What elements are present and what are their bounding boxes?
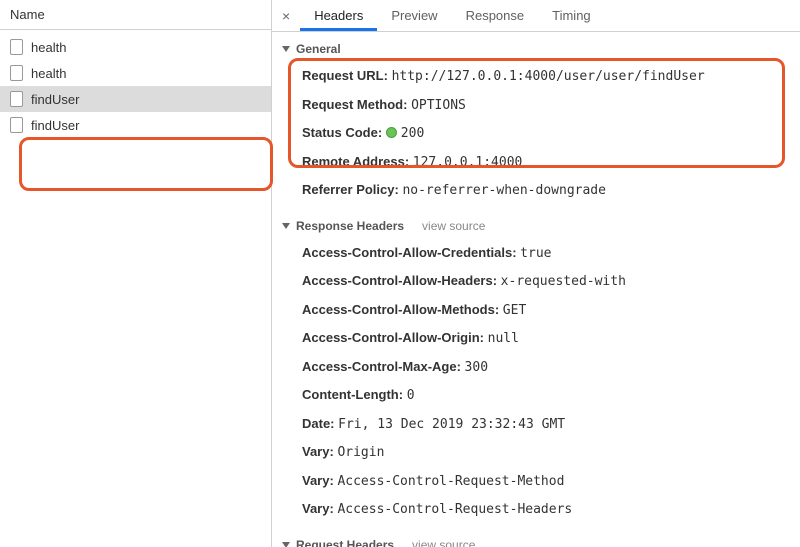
- name-column-header: Name: [0, 0, 271, 30]
- kv-key: Date:: [302, 416, 335, 431]
- view-source-link[interactable]: view source: [412, 538, 475, 547]
- details-pane: × Headers Preview Response Timing Genera…: [272, 0, 800, 547]
- section-label: Request Headers: [296, 538, 394, 547]
- tab-headers[interactable]: Headers: [300, 0, 377, 31]
- collapse-icon: [282, 46, 290, 52]
- kv-status-code: Status Code: 200: [272, 119, 800, 148]
- kv-val: Origin: [337, 445, 384, 460]
- kv-key: Vary:: [302, 473, 334, 488]
- kv-val: OPTIONS: [411, 98, 466, 113]
- kv-key: Access-Control-Allow-Headers:: [302, 273, 497, 288]
- kv-val: no-referrer-when-downgrade: [402, 183, 606, 198]
- section-label: Response Headers: [296, 219, 404, 233]
- kv-val: http://127.0.0.1:4000/user/user/findUser: [392, 69, 705, 84]
- tab-response[interactable]: Response: [452, 0, 539, 31]
- kv-row: Vary: Access-Control-Request-Headers: [272, 495, 800, 524]
- detail-tabs: × Headers Preview Response Timing: [272, 0, 800, 32]
- kv-row: Access-Control-Allow-Origin: null: [272, 324, 800, 353]
- request-item-finduser[interactable]: findUser: [0, 86, 271, 112]
- section-response-body: Access-Control-Allow-Credentials: true A…: [272, 237, 800, 532]
- document-icon: [10, 65, 23, 81]
- document-icon: [10, 117, 23, 133]
- kv-key: Request URL:: [302, 68, 388, 83]
- document-icon: [10, 39, 23, 55]
- request-item-label: health: [31, 40, 66, 55]
- kv-row: Access-Control-Max-Age: 300: [272, 353, 800, 382]
- status-code-text: 200: [401, 126, 424, 141]
- kv-val: Access-Control-Request-Headers: [337, 502, 572, 517]
- kv-referrer-policy: Referrer Policy: no-referrer-when-downgr…: [272, 176, 800, 205]
- kv-row: Access-Control-Allow-Credentials: true: [272, 239, 800, 268]
- section-request-title[interactable]: Request Headers view source: [272, 532, 800, 547]
- kv-val: 0: [407, 388, 415, 403]
- kv-val: x-requested-with: [501, 274, 626, 289]
- kv-key: Vary:: [302, 444, 334, 459]
- view-source-link[interactable]: view source: [422, 219, 485, 233]
- kv-val: true: [520, 246, 551, 261]
- request-item-health[interactable]: health: [0, 60, 271, 86]
- kv-row: Content-Length: 0: [272, 381, 800, 410]
- section-general-body: Request URL: http://127.0.0.1:4000/user/…: [272, 60, 800, 213]
- request-list-pane: Name health health findUser findUser: [0, 0, 272, 547]
- kv-key: Referrer Policy:: [302, 182, 399, 197]
- collapse-icon: [282, 542, 290, 547]
- section-general-title[interactable]: General: [272, 36, 800, 60]
- kv-val: Fri, 13 Dec 2019 23:32:43 GMT: [338, 417, 565, 432]
- close-icon[interactable]: ×: [278, 2, 300, 30]
- tab-preview[interactable]: Preview: [377, 0, 451, 31]
- kv-row: Access-Control-Allow-Methods: GET: [272, 296, 800, 325]
- tab-timing[interactable]: Timing: [538, 0, 605, 31]
- headers-view: General Request URL: http://127.0.0.1:40…: [272, 32, 800, 547]
- section-response-title[interactable]: Response Headers view source: [272, 213, 800, 237]
- kv-request-url: Request URL: http://127.0.0.1:4000/user/…: [272, 62, 800, 91]
- section-label: General: [296, 42, 341, 56]
- kv-row: Access-Control-Allow-Headers: x-requeste…: [272, 267, 800, 296]
- kv-key: Status Code:: [302, 125, 382, 140]
- kv-row: Date: Fri, 13 Dec 2019 23:32:43 GMT: [272, 410, 800, 439]
- request-item-label: findUser: [31, 118, 79, 133]
- kv-val: null: [488, 331, 519, 346]
- request-item-label: health: [31, 66, 66, 81]
- kv-val: Access-Control-Request-Method: [337, 474, 564, 489]
- request-item-health[interactable]: health: [0, 34, 271, 60]
- kv-key: Remote Address:: [302, 154, 409, 169]
- collapse-icon: [282, 223, 290, 229]
- request-item-label: findUser: [31, 92, 79, 107]
- kv-row: Vary: Access-Control-Request-Method: [272, 467, 800, 496]
- kv-key: Vary:: [302, 501, 334, 516]
- kv-row: Vary: Origin: [272, 438, 800, 467]
- kv-request-method: Request Method: OPTIONS: [272, 91, 800, 120]
- kv-key: Content-Length:: [302, 387, 403, 402]
- kv-key: Access-Control-Allow-Credentials:: [302, 245, 517, 260]
- kv-val: GET: [503, 303, 526, 318]
- kv-val: 200: [386, 126, 424, 141]
- kv-val: 300: [465, 360, 488, 375]
- request-item-finduser[interactable]: findUser: [0, 112, 271, 138]
- document-icon: [10, 91, 23, 107]
- kv-key: Request Method:: [302, 97, 407, 112]
- kv-val: 127.0.0.1:4000: [413, 155, 523, 170]
- request-list: health health findUser findUser: [0, 30, 271, 138]
- kv-key: Access-Control-Allow-Methods:: [302, 302, 499, 317]
- kv-key: Access-Control-Max-Age:: [302, 359, 461, 374]
- kv-key: Access-Control-Allow-Origin:: [302, 330, 484, 345]
- kv-remote-address: Remote Address: 127.0.0.1:4000: [272, 148, 800, 177]
- status-dot-icon: [386, 127, 397, 138]
